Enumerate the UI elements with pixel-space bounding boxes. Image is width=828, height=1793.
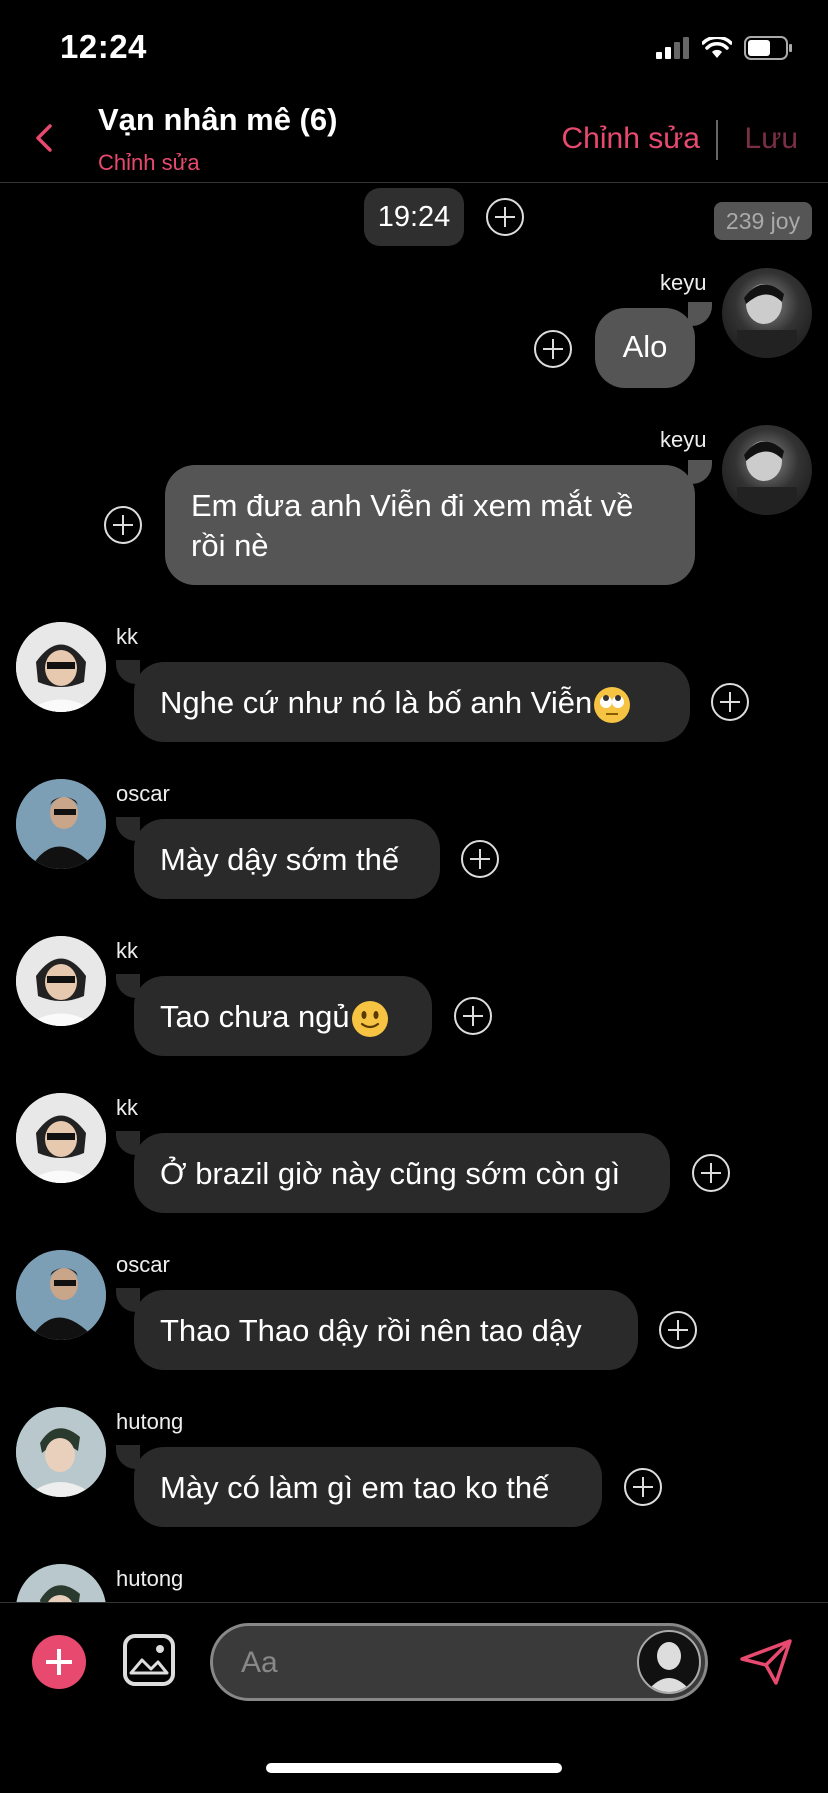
- chat-title[interactable]: Vạn nhân mê (6): [98, 102, 337, 138]
- message-text: Nghe cứ như nó là bố anh Viễn: [160, 685, 593, 720]
- message-bubble[interactable]: Nghe cứ như nó là bố anh Viễn: [134, 662, 690, 742]
- chat-header: Vạn nhân mê (6) Chỉnh sửa Chỉnh sửa Lưu: [0, 96, 828, 183]
- bubble-tail: [688, 302, 712, 326]
- eye-roll-emoji-icon: [594, 686, 631, 723]
- header-divider: [716, 120, 718, 160]
- add-reaction-icon[interactable]: [461, 840, 499, 878]
- message-bubble[interactable]: Ở brazil giờ này cũng sớm còn gì: [134, 1133, 670, 1213]
- sender-name: hutong: [116, 1409, 184, 1434]
- message-bubble[interactable]: Mày có làm gì em tao ko thế: [134, 1447, 602, 1527]
- back-arrow-icon[interactable]: [30, 118, 58, 158]
- avatar-photo-icon: [737, 441, 797, 515]
- sender-name: oscar: [116, 1252, 170, 1277]
- avatar[interactable]: [16, 1407, 106, 1497]
- avatar-photo-icon: [737, 284, 797, 358]
- sender-name: kk: [116, 1095, 138, 1120]
- message-text: Tao chưa ngủ: [160, 999, 350, 1034]
- time-pill[interactable]: 19:24: [364, 188, 464, 246]
- avatar[interactable]: [16, 779, 106, 869]
- avatar[interactable]: [16, 936, 106, 1026]
- sender-name: kk: [116, 624, 138, 649]
- slight-smile-emoji-icon: [351, 1000, 388, 1037]
- status-icons: [656, 36, 794, 60]
- message-input[interactable]: [239, 1640, 623, 1686]
- message-bubble[interactable]: Mày dậy sớm thế: [134, 819, 440, 899]
- add-reaction-icon[interactable]: [659, 1311, 697, 1349]
- send-icon[interactable]: [738, 1637, 794, 1687]
- avatar[interactable]: [722, 425, 812, 515]
- status-time: 12:24: [60, 28, 147, 65]
- add-reaction-icon[interactable]: [534, 330, 572, 368]
- joy-badge: 239 joy: [714, 202, 812, 240]
- avatar-photo-icon: [16, 936, 106, 1026]
- avatar-photo-icon: [16, 1407, 106, 1497]
- save-button[interactable]: Lưu: [745, 122, 798, 156]
- avatar-photo-icon: [16, 1250, 106, 1340]
- message-bubble[interactable]: Thao Thao dậy rồi nên tao dậy: [134, 1290, 638, 1370]
- message-bubble[interactable]: Em đưa anh Viễn đi xem mắt về rồi nè: [165, 465, 695, 585]
- edit-button[interactable]: Chỉnh sửa: [562, 122, 701, 156]
- avatar[interactable]: [16, 1250, 106, 1340]
- avatar-photo-icon: [16, 622, 106, 712]
- avatar-photo-icon: [16, 1093, 106, 1183]
- avatar[interactable]: [722, 268, 812, 358]
- avatar[interactable]: [16, 622, 106, 712]
- status-bar: 12:24: [0, 0, 828, 96]
- signal-icon: [656, 37, 689, 59]
- battery-icon: [744, 36, 792, 60]
- home-indicator[interactable]: [266, 1763, 562, 1773]
- sender-avatar-icon[interactable]: [637, 1630, 701, 1694]
- add-reaction-icon[interactable]: [624, 1468, 662, 1506]
- message-input-box[interactable]: [210, 1623, 708, 1701]
- add-reaction-icon[interactable]: [104, 506, 142, 544]
- wifi-icon: [702, 37, 732, 58]
- avatar[interactable]: [16, 1093, 106, 1183]
- sender-name: kk: [116, 938, 138, 963]
- message-bubble[interactable]: Alo: [595, 308, 695, 388]
- add-reaction-icon[interactable]: [711, 683, 749, 721]
- sender-name: hutong: [116, 1566, 184, 1591]
- add-reaction-icon[interactable]: [454, 997, 492, 1035]
- avatar-photo-icon: [16, 779, 106, 869]
- sender-name: keyu: [660, 270, 707, 295]
- message-bubble[interactable]: Tao chưa ngủ: [134, 976, 432, 1056]
- sender-name: oscar: [116, 781, 170, 806]
- add-reaction-icon[interactable]: [692, 1154, 730, 1192]
- chat-subtitle-edit[interactable]: Chỉnh sửa: [98, 150, 200, 176]
- sender-name: keyu: [660, 427, 707, 452]
- add-icon[interactable]: [486, 198, 524, 236]
- add-attachment-button[interactable]: [32, 1635, 86, 1689]
- image-icon[interactable]: [122, 1633, 176, 1687]
